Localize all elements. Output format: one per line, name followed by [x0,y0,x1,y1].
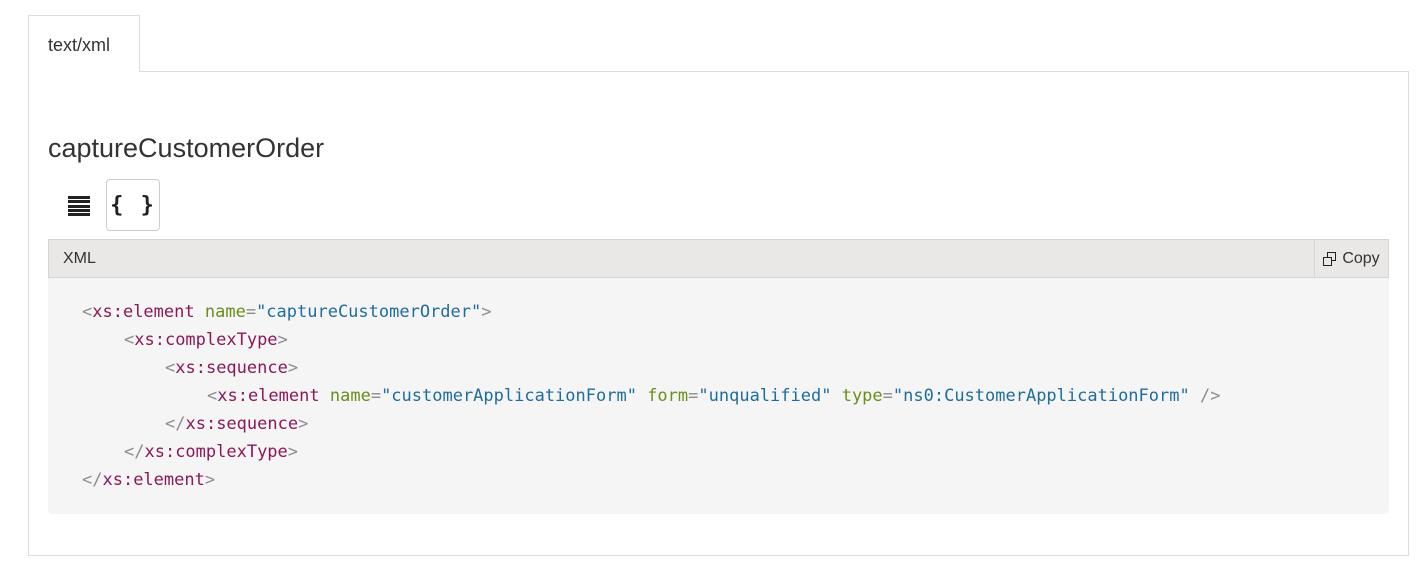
code-line: </xs:sequence> [165,414,309,434]
list-icon [68,196,90,216]
tab-text-xml[interactable]: text/xml [28,15,140,72]
code-line: <xs:sequence> [165,358,299,378]
code-header: XML Copy [48,239,1389,278]
tab-label: text/xml [48,35,111,55]
code-line: </xs:complexType> [124,442,299,462]
code-view-button[interactable]: { } [106,179,160,231]
code-language-label: XML [63,250,96,267]
copy-button[interactable]: Copy [1314,240,1388,277]
code-block: <xs:element name="captureCustomerOrder">… [48,278,1389,514]
code-line: </xs:element> [82,470,216,490]
code-line: <xs:complexType> [124,330,288,350]
code-line: <xs:element name="captureCustomerOrder"> [82,302,492,322]
page-title: captureCustomerOrder [48,133,325,163]
code-line: <xs:element name="customerApplicationFor… [207,386,1221,406]
copy-label: Copy [1342,249,1380,267]
copy-icon [1323,251,1337,266]
list-view-button[interactable] [52,180,106,232]
braces-icon: { } [110,192,156,218]
